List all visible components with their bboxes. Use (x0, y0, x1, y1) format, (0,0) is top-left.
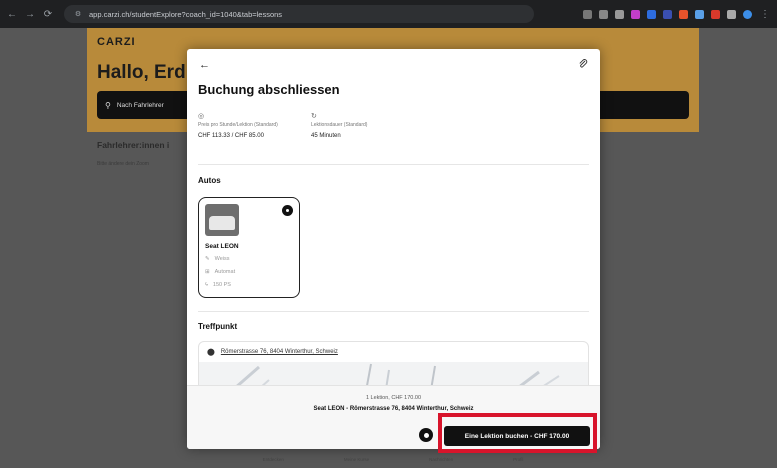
extensions-bar: ⋮ (583, 9, 771, 20)
price-value: CHF 113.33 / CHF 85.00 (198, 133, 264, 139)
cars-section-title: Autos (198, 176, 221, 185)
greeting: Hallo, Erd (97, 62, 186, 83)
nav-item-nachrichten[interactable]: Nachrichten (429, 457, 453, 462)
paint-icon: ✎ (205, 256, 210, 262)
profile-avatar-icon[interactable] (743, 9, 752, 19)
extension-icon[interactable] (711, 9, 720, 19)
site-info-icon[interactable]: ⚙ (72, 10, 84, 18)
attachment-icon[interactable] (578, 59, 588, 72)
gearbox-icon: ⊞ (205, 269, 210, 275)
car-card[interactable]: Seat LEON ✎ Weiss ⊞ Automat ϟ 150 PS (198, 197, 300, 298)
booking-summary: 1 Lektion, CHF 170.00 (365, 395, 422, 401)
extension-icon[interactable] (695, 9, 704, 19)
booking-detail: Seat LEON - Römerstrasse 76, 8404 Winter… (313, 406, 474, 412)
extension-icon[interactable] (599, 9, 608, 19)
app-page: CARZI Hallo, Erd ⚲ Nach Fahrlehrer Fahrl… (0, 28, 777, 468)
meeting-section-title: Treffpunkt (198, 322, 238, 331)
duration-info: ↻ Lektionsdauer (Standard) 45 Minuten (311, 112, 411, 139)
url-text: app.carzi.ch/studentExplore?coach_id=104… (89, 9, 283, 19)
location-pin-icon: ⬤ (207, 349, 215, 356)
back-nav-icon[interactable]: ← (6, 9, 18, 20)
extension-icon[interactable] (647, 9, 656, 19)
chat-button[interactable] (419, 428, 433, 442)
forward-nav-icon[interactable]: → (24, 9, 36, 20)
extension-icon[interactable] (727, 9, 736, 19)
car-image (205, 204, 239, 236)
highlight-box (438, 413, 597, 453)
chat-icon (423, 432, 429, 438)
car-color: ✎ Weiss (205, 256, 230, 262)
car-gearbox: ⊞ Automat (205, 269, 236, 275)
price-label: Preis pro Stunde/Lektion (Standard) (198, 122, 278, 128)
nav-item-profil[interactable]: Profil (513, 457, 523, 462)
extension-icon[interactable] (679, 9, 688, 19)
price-info: ◎ Preis pro Stunde/Lektion (Standard) CH… (198, 112, 298, 139)
extension-icon[interactable] (663, 9, 672, 19)
map[interactable] (199, 362, 588, 385)
selected-radio-icon[interactable] (282, 205, 293, 216)
back-arrow-icon[interactable]: ← (199, 59, 210, 71)
logo: CARZI (97, 36, 136, 48)
section-subtitle: Bitte ändere dein Zoom (97, 161, 149, 167)
duration-label: Lektionsdauer (Standard) (311, 122, 368, 128)
search-label: Nach Fahrlehrer (116, 101, 164, 109)
car-power: ϟ 150 PS (205, 282, 231, 288)
divider (198, 311, 589, 312)
clock-icon: ↻ (311, 113, 317, 120)
address-row: ⬤ Römerstrasse 76, 8404 Winterthur, Schw… (207, 348, 338, 356)
meeting-point-box: ⬤ Römerstrasse 76, 8404 Winterthur, Schw… (198, 341, 589, 385)
modal-title: Buchung abschliessen (198, 82, 340, 97)
nav-item-kurse[interactable]: Meine Kurse (344, 457, 369, 462)
browser-toolbar: ← → ⟳ ⚙ app.carzi.ch/studentExplore?coac… (0, 0, 777, 28)
bolt-icon: ϟ (205, 282, 208, 288)
booking-modal: ← Buchung abschliessen ◎ Preis pro Stund… (187, 49, 600, 449)
car-name: Seat LEON (205, 243, 239, 250)
menu-icon[interactable]: ⋮ (759, 9, 771, 20)
nav-item-entdecken[interactable]: Entdecken (263, 457, 284, 462)
duration-value: 45 Minuten (311, 133, 341, 139)
reload-icon[interactable]: ⟳ (42, 9, 54, 20)
address-bar[interactable]: ⚙ app.carzi.ch/studentExplore?coach_id=1… (64, 5, 534, 23)
divider (198, 164, 589, 165)
address-link[interactable]: Römerstrasse 76, 8404 Winterthur, Schwei… (221, 349, 338, 355)
coins-icon: ◎ (198, 113, 205, 120)
extension-icon[interactable] (631, 9, 640, 19)
section-title: Fahrlehrer:innen i (97, 140, 170, 150)
bookmark-star-icon[interactable] (615, 9, 624, 19)
extension-icon[interactable] (583, 9, 592, 19)
modal-content: ← Buchung abschliessen ◎ Preis pro Stund… (187, 49, 600, 385)
search-icon: ⚲ (105, 100, 111, 110)
